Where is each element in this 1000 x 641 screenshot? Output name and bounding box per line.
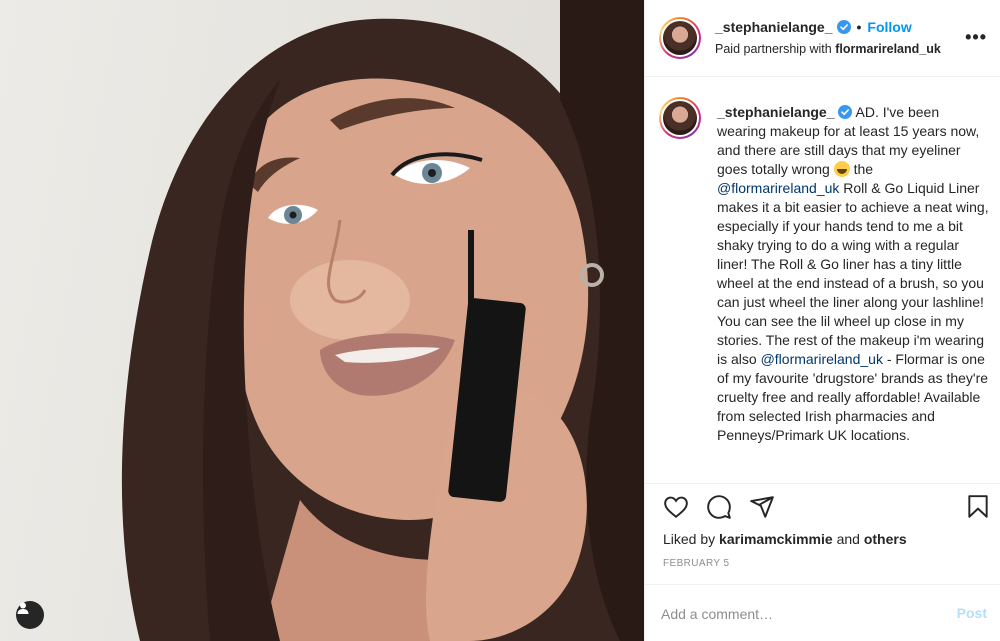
author-line: _stephanielange_ • Follow xyxy=(715,19,912,35)
likes-summary: Liked by karimamckimmie and others xyxy=(663,531,907,547)
verified-badge-icon xyxy=(838,105,853,119)
share-icon[interactable] xyxy=(749,494,775,520)
post-photo[interactable] xyxy=(0,0,644,641)
caption-text: _stephanielange_ AD. I've been wearing m… xyxy=(717,103,989,445)
grinning-squinting-face-emoji-icon xyxy=(833,161,850,177)
likes-joiner: and xyxy=(836,531,860,547)
more-options-button[interactable]: ••• xyxy=(965,28,987,46)
liked-by-user-link[interactable]: karimamckimmie xyxy=(719,531,833,547)
heart-icon[interactable] xyxy=(663,494,689,520)
separator-dot: • xyxy=(856,19,862,35)
verified-badge-icon xyxy=(836,20,851,34)
caption-avatar[interactable] xyxy=(659,97,701,139)
author-username[interactable]: _stephanielange_ xyxy=(715,19,833,35)
comment-bar: Post xyxy=(645,584,1000,641)
caption-area: _stephanielange_ AD. I've been wearing m… xyxy=(645,78,1000,484)
tagged-users-button[interactable] xyxy=(16,601,44,629)
post-comment-button[interactable]: Post xyxy=(957,605,987,621)
post-header: _stephanielange_ • Follow Paid partnersh… xyxy=(645,0,1000,77)
mention-link[interactable]: @flormarireland_uk xyxy=(761,351,883,367)
avatar[interactable] xyxy=(659,17,701,59)
comment-icon[interactable] xyxy=(706,494,732,520)
selfie-image xyxy=(121,0,644,641)
paid-partnership-line: Paid partnership with flormarireland_uk xyxy=(715,42,941,56)
bookmark-icon[interactable] xyxy=(965,494,991,520)
post-date[interactable]: February 5 xyxy=(663,558,729,569)
likes-others-link[interactable]: others xyxy=(864,531,907,547)
partner-brand-link[interactable]: flormarireland_uk xyxy=(835,42,941,56)
action-bar xyxy=(645,490,1000,530)
follow-button[interactable]: Follow xyxy=(867,19,911,35)
post-details-panel: _stephanielange_ • Follow Paid partnersh… xyxy=(644,0,1000,641)
comment-input[interactable] xyxy=(661,603,921,625)
mention-link[interactable]: @flormarireland_uk xyxy=(717,180,839,196)
caption-part: Roll & Go Liquid Liner makes it a bit ea… xyxy=(717,180,989,367)
caption-username[interactable]: _stephanielange_ xyxy=(717,104,835,120)
caption-part: the xyxy=(853,161,874,177)
partnership-label: Paid partnership with xyxy=(715,42,832,56)
likes-prefix: Liked by xyxy=(663,531,716,547)
person-icon xyxy=(17,602,29,614)
